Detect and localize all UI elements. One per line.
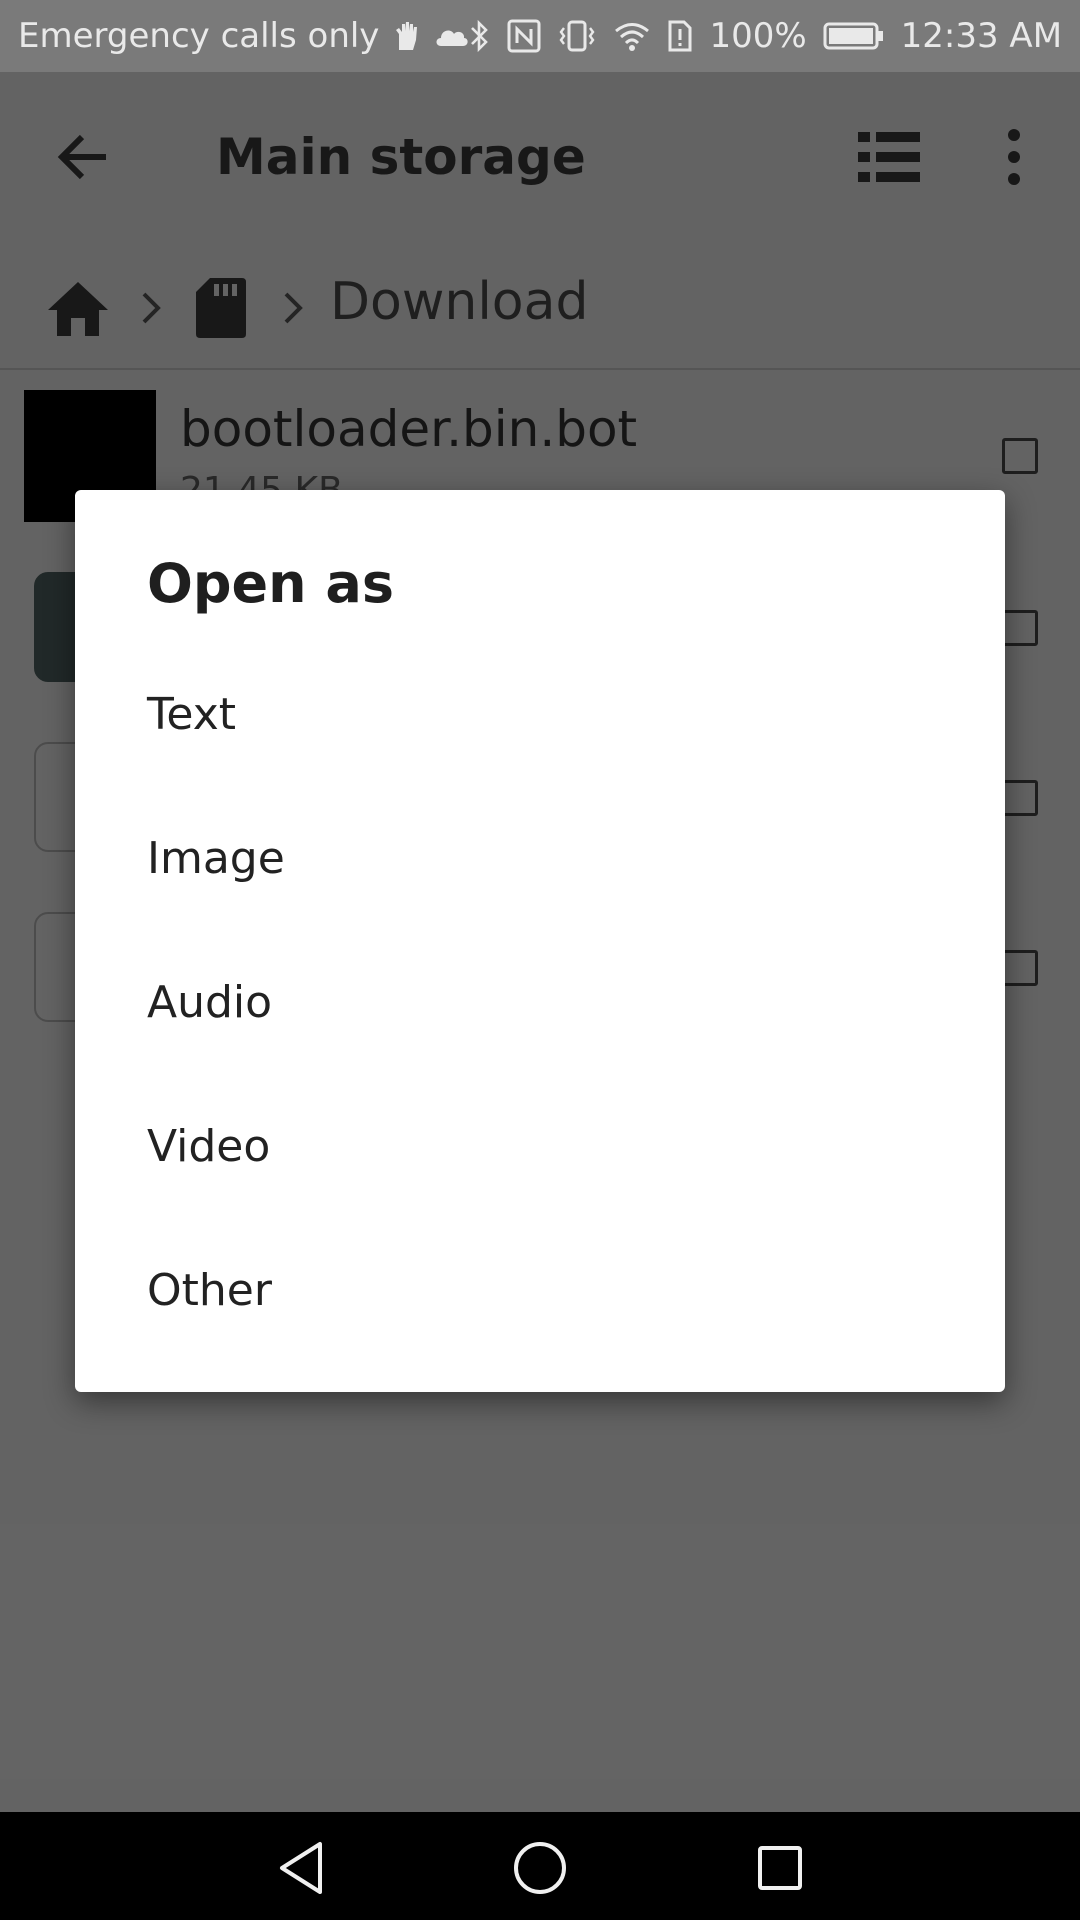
- navigation-bar: [0, 1812, 1080, 1920]
- bluetooth-icon: [469, 18, 491, 54]
- option-image[interactable]: Image: [75, 786, 1005, 930]
- option-audio[interactable]: Audio: [75, 930, 1005, 1074]
- sim-alert-icon: [667, 19, 693, 53]
- battery-percent: 100%: [709, 16, 807, 56]
- clock: 12:33 AM: [900, 16, 1063, 56]
- nav-back-icon[interactable]: [270, 1836, 334, 1900]
- battery-icon: [823, 21, 885, 51]
- nav-home-icon[interactable]: [508, 1836, 572, 1900]
- nav-recents-icon[interactable]: [748, 1836, 812, 1900]
- vibrate-icon: [557, 19, 597, 53]
- carrier-text: Emergency calls only: [18, 16, 380, 56]
- open-as-dialog: Open as Text Image Audio Video Other: [75, 490, 1005, 1392]
- option-text[interactable]: Text: [75, 642, 1005, 786]
- cloud-icon: [433, 24, 469, 48]
- option-video[interactable]: Video: [75, 1074, 1005, 1218]
- wifi-icon: [613, 20, 651, 52]
- hand-icon: [393, 20, 419, 52]
- status-bar: Emergency calls only 100% 12:33 AM: [0, 0, 1080, 72]
- option-other[interactable]: Other: [75, 1218, 1005, 1362]
- nfc-icon: [507, 19, 541, 53]
- dialog-title: Open as: [147, 552, 395, 615]
